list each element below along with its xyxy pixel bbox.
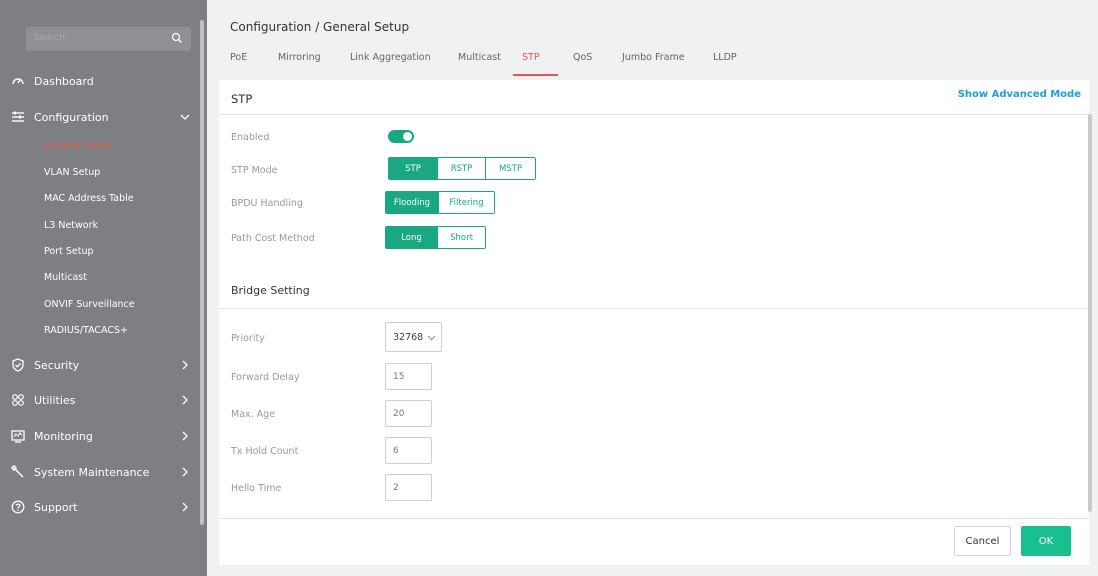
chevron-down-icon (180, 114, 190, 120)
stp-mode-mstp[interactable]: MSTP (485, 158, 535, 179)
priority-select[interactable]: 32768 (385, 322, 442, 352)
stp-mode-label: STP Mode (231, 165, 278, 176)
bpdu-flooding[interactable]: Flooding (386, 192, 438, 213)
sidebar-item-label: Support (34, 500, 78, 514)
show-advanced-mode-link[interactable]: Show Advanced Mode (958, 89, 1081, 100)
tab-stp[interactable]: STP (522, 52, 540, 63)
sidebar-item-support[interactable]: Support (10, 496, 195, 518)
ok-button[interactable]: OK (1021, 526, 1071, 556)
cancel-button[interactable]: Cancel (954, 526, 1011, 556)
sidebar-item-system-maintenance[interactable]: System Maintenance (10, 461, 195, 483)
divider (219, 308, 1088, 309)
max-age-input[interactable]: 20 (385, 400, 432, 427)
path-cost-label: Path Cost Method (231, 233, 315, 244)
panel-scrollbar[interactable] (1088, 114, 1092, 512)
chevron-down-icon (427, 335, 436, 341)
bpdu-handling-selector: Flooding Filtering (385, 191, 495, 214)
divider (219, 518, 1089, 519)
shield-icon (10, 357, 26, 373)
sidebar: Search Dashboard Configuration General S… (0, 0, 207, 576)
sidebar-subitem-general-setup[interactable]: General Setup (44, 140, 112, 151)
search-placeholder: Search (34, 33, 65, 43)
sidebar-item-dashboard[interactable]: Dashboard (10, 70, 195, 92)
path-cost-short[interactable]: Short (437, 227, 485, 248)
sidebar-subitem-port-setup[interactable]: Port Setup (44, 246, 94, 257)
bridge-setting-heading: Bridge Setting (231, 284, 310, 297)
tx-hold-count-label: Tx Hold Count (231, 446, 299, 457)
tab-lldp[interactable]: LLDP (713, 52, 737, 63)
bpdu-filtering[interactable]: Filtering (438, 192, 494, 213)
enabled-label: Enabled (231, 132, 270, 143)
breadcrumb: Configuration / General Setup (230, 20, 410, 34)
chevron-right-icon (182, 502, 188, 512)
sidebar-item-monitoring[interactable]: Monitoring (10, 425, 195, 447)
sidebar-item-label: Configuration (34, 110, 109, 124)
sidebar-subitem-l3-network[interactable]: L3 Network (44, 220, 98, 231)
utilities-icon (10, 392, 26, 408)
forward-delay-input[interactable]: 15 (385, 363, 432, 390)
sidebar-subitem-multicast[interactable]: Multicast (44, 272, 87, 283)
stp-mode-stp[interactable]: STP (389, 158, 437, 179)
tx-hold-count-input[interactable]: 6 (385, 437, 432, 464)
panel-title: STP (231, 92, 253, 106)
sidebar-item-configuration[interactable]: Configuration (10, 106, 195, 128)
configuration-icon (10, 109, 26, 125)
tab-multicast[interactable]: Multicast (458, 52, 501, 63)
hello-time-label: Hello Time (231, 483, 282, 494)
tab-link-aggregation[interactable]: Link Aggregation (350, 52, 431, 63)
dashboard-icon (10, 73, 26, 89)
priority-label: Priority (231, 333, 265, 344)
active-tab-indicator (513, 74, 558, 76)
tab-mirroring[interactable]: Mirroring (278, 52, 321, 63)
monitoring-icon (10, 428, 26, 444)
tab-qos[interactable]: QoS (573, 52, 592, 63)
path-cost-selector: Long Short (385, 226, 486, 249)
sidebar-item-label: Dashboard (34, 74, 94, 88)
divider (219, 114, 1089, 115)
sidebar-item-label: Utilities (34, 393, 76, 407)
sidebar-subitem-radius[interactable]: RADIUS/TACACS+ (44, 325, 128, 336)
sidebar-item-utilities[interactable]: Utilities (10, 389, 195, 411)
path-cost-long[interactable]: Long (386, 227, 437, 248)
max-age-label: Max. Age (231, 409, 276, 420)
wrench-icon (10, 464, 26, 480)
sidebar-subitem-mac-address-table[interactable]: MAC Address Table (44, 193, 134, 204)
sidebar-scrollbar[interactable] (200, 20, 204, 525)
stp-mode-selector: STP RSTP MSTP (388, 157, 536, 180)
hello-time-input[interactable]: 2 (385, 474, 432, 501)
chevron-right-icon (182, 467, 188, 477)
tab-poe[interactable]: PoE (230, 52, 247, 63)
help-icon (10, 499, 26, 515)
sidebar-item-label: System Maintenance (34, 465, 150, 479)
priority-value: 32768 (393, 332, 424, 343)
tab-jumbo-frame[interactable]: Jumbo Frame (622, 52, 685, 63)
sidebar-subitem-vlan-setup[interactable]: VLAN Setup (44, 167, 100, 178)
stp-mode-rstp[interactable]: RSTP (437, 158, 485, 179)
chevron-right-icon (182, 431, 188, 441)
search-input[interactable]: Search (26, 27, 191, 51)
stp-settings-panel: STP Show Advanced Mode Enabled STP Mode … (219, 80, 1092, 565)
enabled-toggle[interactable] (388, 130, 414, 143)
search-icon[interactable] (171, 32, 183, 44)
bpdu-handling-label: BPDU Handling (231, 198, 303, 209)
sidebar-item-label: Security (34, 358, 80, 372)
sidebar-item-security[interactable]: Security (10, 354, 195, 376)
toggle-knob (403, 132, 412, 141)
chevron-right-icon (182, 360, 188, 370)
chevron-right-icon (182, 395, 188, 405)
sidebar-item-label: Monitoring (34, 429, 93, 443)
sidebar-subitem-onvif-surveillance[interactable]: ONVIF Surveillance (44, 299, 135, 310)
forward-delay-label: Forward Delay (231, 372, 300, 383)
